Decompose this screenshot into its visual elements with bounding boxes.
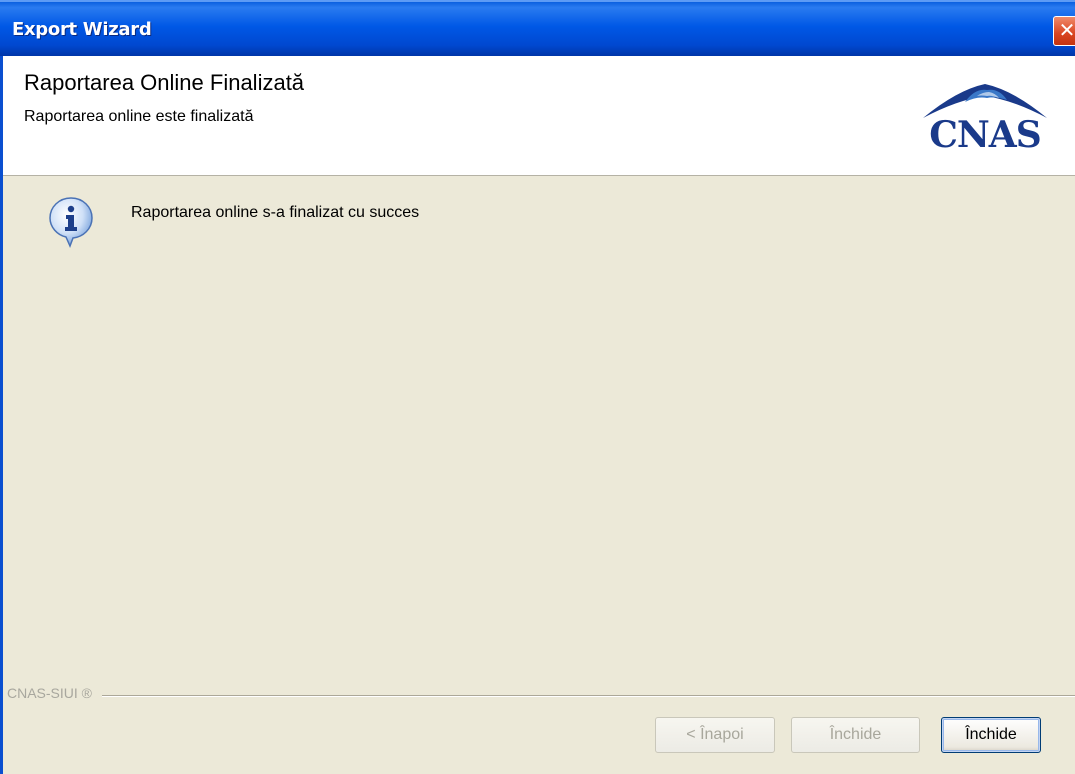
footer-divider bbox=[7, 695, 1075, 697]
cnas-logo: CNAS bbox=[917, 80, 1053, 158]
wizard-header: Raportarea Online Finalizată Raportarea … bbox=[3, 56, 1075, 176]
export-wizard-window: Export Wizard ✕ Raportarea Online Finali… bbox=[0, 0, 1075, 774]
success-message: Raportarea online s-a finalizat cu succe… bbox=[131, 204, 420, 221]
logo-text: CNAS bbox=[929, 114, 1042, 156]
window-title: Export Wizard bbox=[12, 19, 152, 40]
close-button[interactable]: Închide bbox=[941, 717, 1041, 753]
footer-label: CNAS-SIUI ® bbox=[7, 685, 102, 701]
page-subtitle: Raportarea online este finalizată bbox=[24, 108, 254, 125]
info-icon bbox=[49, 197, 93, 248]
page-title: Raportarea Online Finalizată bbox=[24, 70, 305, 95]
close-icon: ✕ bbox=[1058, 18, 1075, 42]
close-window-button[interactable]: ✕ bbox=[1053, 16, 1075, 46]
title-bar[interactable]: Export Wizard ✕ bbox=[0, 0, 1075, 56]
wizard-content: Raportarea online s-a finalizat cu succe… bbox=[3, 176, 1075, 774]
back-button[interactable]: < Înapoi bbox=[655, 717, 775, 753]
close-disabled-button[interactable]: Închide bbox=[791, 717, 920, 753]
